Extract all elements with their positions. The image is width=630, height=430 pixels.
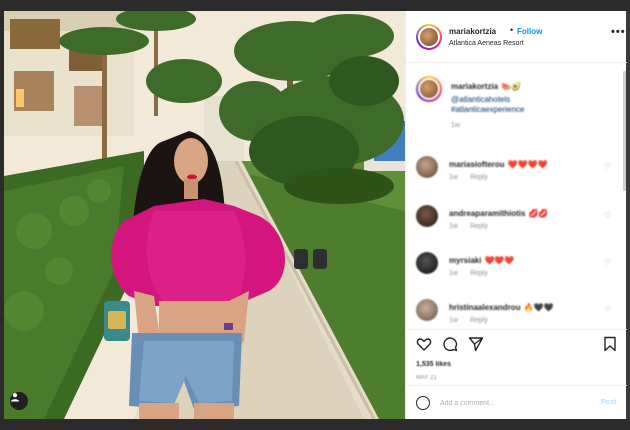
- comment-icon[interactable]: [442, 336, 458, 352]
- caption-username[interactable]: mariakortzia 🍉🥑: [451, 82, 521, 91]
- likes-count[interactable]: 1,535 likes: [416, 361, 451, 368]
- comment-like-icon[interactable]: ♡: [604, 162, 611, 171]
- commenter-avatar[interactable]: [416, 205, 438, 227]
- caption-time: 1w: [451, 122, 460, 129]
- caption-avatar[interactable]: [416, 76, 442, 102]
- comment-meta: 1w Reply: [449, 317, 488, 324]
- post-side-panel: mariakortzia • Follow Atlantica Aeneas R…: [405, 11, 627, 419]
- comment-input[interactable]: [440, 395, 590, 411]
- commenter-avatar[interactable]: [416, 299, 438, 321]
- comments-scrollbar[interactable]: [623, 71, 626, 191]
- reply-button[interactable]: Reply: [470, 270, 488, 277]
- reply-button[interactable]: Reply: [470, 174, 488, 181]
- comment-meta: 1w Reply: [449, 270, 488, 277]
- post-location[interactable]: Atlantica Aeneas Resort: [449, 40, 524, 47]
- comment-like-icon[interactable]: ♡: [604, 211, 611, 220]
- user-tag-button[interactable]: [10, 392, 28, 410]
- comment-text: 💋💋: [528, 209, 549, 218]
- comment-username[interactable]: mariasiofterou ❤️❤️❤️❤️: [449, 160, 547, 169]
- more-icon[interactable]: •••: [611, 26, 626, 38]
- caption-tag-1[interactable]: @atlanticahotels: [451, 95, 510, 104]
- comment-username[interactable]: myrsiaki ❤️❤️❤️: [449, 256, 514, 265]
- comment-like-icon[interactable]: ♡: [604, 258, 611, 267]
- comment-like-icon[interactable]: ♡: [604, 305, 611, 314]
- comment-username[interactable]: hristinaalexandrou 🔥🖤🖤: [449, 303, 553, 312]
- emoji-icon[interactable]: [416, 396, 430, 410]
- add-comment-bar: Post: [406, 385, 627, 419]
- post-header: mariakortzia • Follow Atlantica Aeneas R…: [406, 11, 627, 63]
- commenter-avatar[interactable]: [416, 156, 438, 178]
- comment-username[interactable]: andreaparamithiotis 💋💋: [449, 209, 548, 218]
- user-tag-icon: [11, 393, 19, 402]
- comments-list[interactable]: mariakortzia 🍉🥑 @atlanticahotels #atlanti…: [406, 64, 627, 329]
- caption-tag-2[interactable]: #atlanticaexperience: [451, 105, 524, 114]
- author-username[interactable]: mariakortzia: [449, 27, 496, 36]
- post-modal: mariakortzia • Follow Atlantica Aeneas R…: [4, 11, 627, 419]
- comment-text: ❤️❤️❤️: [484, 256, 515, 265]
- window-bottom-bar: [0, 419, 630, 430]
- post-comment-button[interactable]: Post: [601, 399, 616, 406]
- comment-meta: 1w Reply: [449, 223, 488, 230]
- reply-button[interactable]: Reply: [470, 317, 488, 324]
- commenter-avatar[interactable]: [416, 252, 438, 274]
- save-icon[interactable]: [602, 336, 618, 352]
- post-date: MAY 21: [416, 375, 437, 381]
- comment-text: ❤️❤️❤️❤️: [507, 160, 548, 169]
- separator-dot: •: [510, 25, 514, 35]
- like-icon[interactable]: [416, 336, 432, 352]
- photo-illustration: [4, 11, 405, 419]
- share-icon[interactable]: [468, 336, 484, 352]
- follow-button[interactable]: Follow: [517, 27, 542, 36]
- window-top-bar: [0, 0, 630, 11]
- comment-text: 🔥🖤🖤: [523, 303, 554, 312]
- author-avatar[interactable]: [416, 24, 442, 50]
- caption-emoji: 🍉🥑: [501, 82, 522, 91]
- comment-meta: 1w Reply: [449, 174, 488, 181]
- reply-button[interactable]: Reply: [470, 223, 488, 230]
- post-photo[interactable]: [4, 11, 405, 419]
